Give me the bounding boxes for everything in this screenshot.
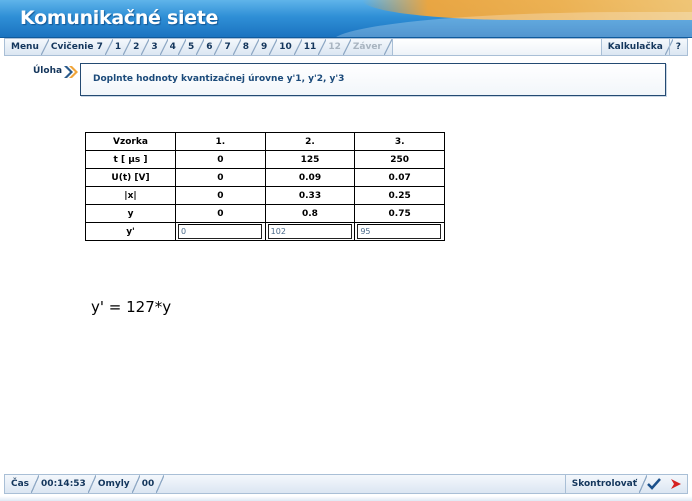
tab-menu[interactable]: Menu [5,39,49,55]
quantization-table: Vzorka 1. 2. 3. t [ µs ] 0 125 250 U(t) … [85,132,445,241]
table-cell [175,222,266,241]
tab-step-11[interactable]: 11 [298,39,326,55]
table-cell: 0.09 [264,168,356,187]
errors-value: 00 [136,475,164,493]
tab-step-10[interactable]: 10 [273,39,302,55]
errors-label: Omyly [92,475,140,493]
y-prime-2-input[interactable] [267,224,352,239]
table-cell [264,222,356,241]
tab-step-4[interactable]: 4 [164,39,187,55]
tab-conclusion: Záver [347,39,392,55]
table-header-cell: 3. [354,132,445,151]
formula-text: y' = 127*y [91,298,172,316]
bottom-border [0,496,692,501]
tab-step-5[interactable]: 5 [182,39,205,55]
table-cell: 0.25 [354,186,445,205]
table-cell: 0 [175,150,266,169]
navigation-bar: Menu Cvičenie 7 1 2 3 4 5 6 7 8 9 10 11 … [4,38,688,56]
table-cell: 0.07 [354,168,445,187]
tab-step-3[interactable]: 3 [145,39,169,55]
table-cell: 125 [264,150,356,169]
time-value: 00:14:53 [35,475,96,493]
title-decoration-highlight [332,12,692,37]
status-bar: Čas 00:14:53 Omyly 00 Skontrolovať [4,474,688,494]
tab-step-8[interactable]: 8 [237,39,260,55]
time-label: Čas [5,475,40,493]
title-bar: Komunikačné siete [0,0,692,38]
table-row: t [ µs ] 0 125 250 [85,150,445,169]
table-row: y 0 0.8 0.75 [85,204,445,223]
tab-step-7[interactable]: 7 [218,39,242,55]
tab-step-12: 12 [322,39,351,55]
statusbar-spacer [160,475,565,493]
tab-step-2[interactable]: 2 [127,39,150,55]
table-row-label: |x| [85,186,176,205]
table-row-label: y' [85,222,176,241]
table-cell: 0 [175,168,266,187]
table-header-row: Vzorka 1. 2. 3. [85,132,445,151]
table-cell [354,222,445,241]
double-chevron-right-icon [64,66,78,78]
tab-exercise[interactable]: Cvičenie 7 [45,39,113,55]
task-box: Doplnte hodnoty kvantizačnej úrovne y'1,… [80,63,666,96]
calculator-button[interactable]: Kalkulačka [600,39,673,55]
table-header-cell: 2. [264,132,356,151]
table-cell: 0.33 [264,186,356,205]
tabbar-spacer [391,39,601,55]
table-cell: 0 [175,186,266,205]
table-header-cell: Vzorka [85,132,176,151]
table-cell: 0 [175,204,266,223]
table-row-label: U(t) [V] [85,168,176,187]
table-row-label: y [85,204,176,223]
table-cell: 250 [354,150,445,169]
table-header-cell: 1. [175,132,266,151]
task-label: Úloha [33,66,63,76]
table-cell: 0.8 [264,204,356,223]
table-row: U(t) [V] 0 0.09 0.07 [85,168,445,187]
task-text: Doplnte hodnoty kvantizačnej úrovne y'1,… [93,74,345,84]
y-prime-3-input[interactable] [357,224,442,239]
check-button[interactable]: Skontrolovať [564,475,648,493]
red-arrow-right-icon[interactable] [665,475,687,493]
table-row-label: t [ µs ] [85,150,176,169]
tab-step-1[interactable]: 1 [109,39,132,55]
help-button[interactable]: ? [668,39,687,55]
app-title: Komunikačné siete [20,7,219,29]
y-prime-1-input[interactable] [178,224,262,239]
table-row: |x| 0 0.33 0.25 [85,186,445,205]
tab-step-9[interactable]: 9 [255,39,278,55]
table-input-row: y' [85,222,445,241]
tab-step-6[interactable]: 6 [200,39,223,55]
table-cell: 0.75 [354,204,445,223]
